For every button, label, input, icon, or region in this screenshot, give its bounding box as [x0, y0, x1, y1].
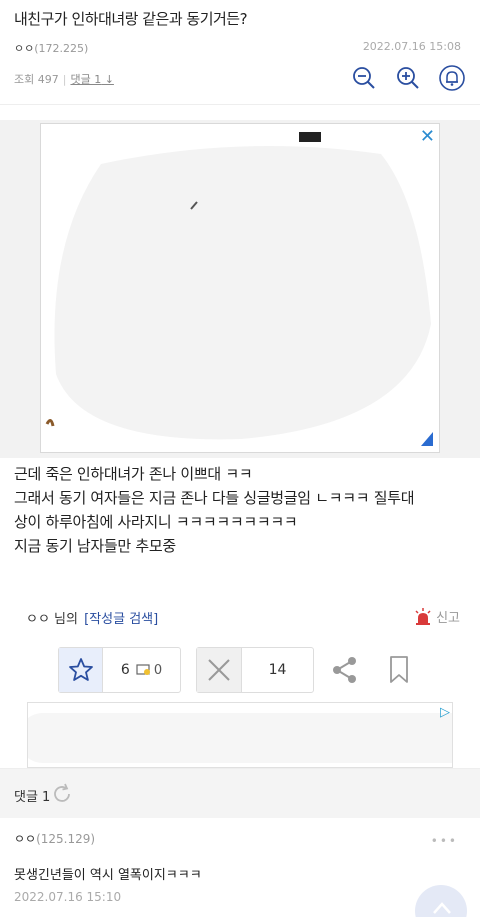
chevron-up-icon [433, 902, 451, 914]
scroll-top-button[interactable] [415, 885, 467, 917]
post-body: 근데 죽은 인하대녀가 존나 이쁘대 ㅋㅋ 그래서 동기 여자들은 지금 존나 … [14, 462, 474, 558]
bell-icon[interactable] [438, 64, 466, 92]
comment-text: 못생긴년들이 역시 열폭이지ㅋㅋㅋ [14, 868, 202, 883]
ad-censor-scribble [45, 132, 431, 440]
star-icon-cell [59, 648, 103, 692]
post-tools [350, 64, 466, 92]
downvote-count: 14 [268, 662, 287, 678]
post-meta: ㅇㅇ(172.225) 2022.07.16 15:08 [14, 40, 466, 56]
ad-close-icon[interactable]: ✕ [420, 126, 435, 147]
comment-ip: (125.129) [36, 832, 96, 846]
view-count: 조회 497 [14, 73, 59, 86]
downvote-button[interactable]: 14 [196, 647, 314, 693]
post-stats: 조회 497 | 댓글 1 ↓ [14, 73, 114, 86]
more-options-icon[interactable]: ••• [431, 834, 458, 848]
writer-name: ㅇㅇ 님의 [26, 612, 78, 627]
header-divider [0, 104, 480, 105]
x-icon-cell [197, 648, 242, 692]
zoom-in-icon[interactable] [394, 64, 422, 92]
upvote-button[interactable]: 6 0 [58, 647, 181, 693]
report-label: 신고 [436, 611, 460, 626]
fixed-user-icon [136, 664, 150, 675]
fixed-upvote: 0 [136, 663, 162, 678]
comments-label: 댓글 1 [14, 790, 51, 805]
body-line: 상이 하루아침에 사라지니 ㅋㅋㅋㅋㅋㅋㅋㅋㅋ [14, 513, 298, 531]
post-title: 내친구가 인하대녀랑 같은과 동기거든? [14, 10, 248, 28]
share-icon[interactable] [331, 655, 359, 685]
x-icon [208, 659, 230, 681]
post-date: 2022.07.16 15:08 [362, 40, 461, 53]
ad-choices-icon[interactable]: ▷ [440, 705, 450, 720]
author-ip: (172.225) [34, 42, 89, 55]
zoom-out-icon[interactable] [350, 64, 378, 92]
vote-area: 6 0 14 [58, 647, 314, 693]
comments-header: 댓글 1 [0, 768, 480, 818]
siren-icon [415, 607, 431, 625]
ad-censor-blur [28, 713, 452, 763]
ad-choices-icon[interactable] [421, 432, 433, 446]
ad-banner-2[interactable]: ▷ [27, 702, 453, 768]
upvote-count: 6 [120, 662, 130, 678]
ad-banner[interactable]: ✕ [40, 123, 440, 453]
body-line: 근데 죽은 인하대녀가 존나 이쁘대 ㅋㅋ [14, 465, 253, 483]
comment-date: 2022.07.16 15:10 [14, 890, 122, 904]
writer-info: ㅇㅇ 님의 [작성글 검색] [26, 608, 158, 627]
writer-search-link[interactable]: [작성글 검색] [84, 612, 158, 627]
report-button[interactable]: 신고 [414, 607, 460, 626]
fixed-upvote-count: 0 [153, 662, 163, 678]
body-line: 그래서 동기 여자들은 지금 존나 다들 싱글벙글임 ㄴㅋㅋㅋ 질투대 [14, 489, 415, 507]
post-author[interactable]: ㅇㅇ(172.225) [14, 40, 88, 56]
upvote-counts: 6 0 [103, 648, 180, 692]
comment-item: ㅇㅇ(125.129) ••• 못생긴년들이 역시 열폭이지ㅋㅋㅋ 2022.0… [14, 830, 466, 904]
comment-count-link[interactable]: 댓글 1 ↓ [70, 73, 113, 86]
star-icon [68, 658, 93, 681]
comment-author[interactable]: ㅇㅇ(125.129) [14, 830, 466, 847]
body-line: 지금 동기 남자들만 추모중 [14, 537, 176, 555]
bookmark-icon[interactable] [388, 655, 410, 685]
refresh-icon[interactable] [50, 782, 74, 806]
